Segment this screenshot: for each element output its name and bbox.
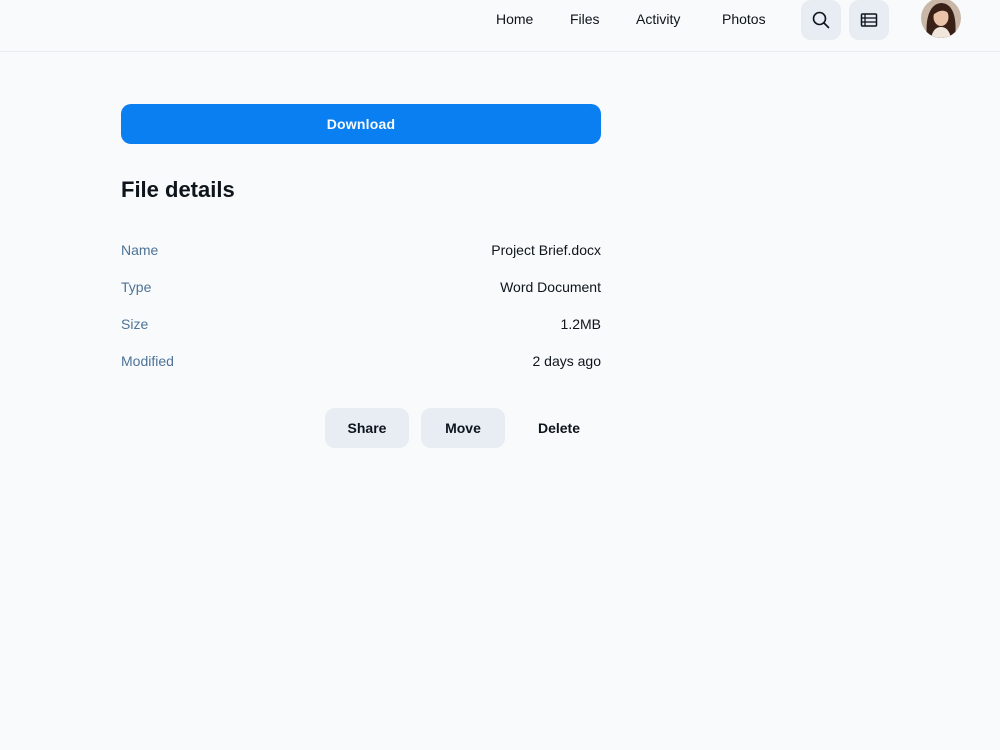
nav-link-files[interactable]: Files bbox=[570, 10, 600, 28]
list-view-button[interactable] bbox=[849, 0, 889, 40]
download-button[interactable]: Download bbox=[121, 104, 601, 144]
detail-value: Project Brief.docx bbox=[491, 242, 601, 258]
delete-button[interactable]: Delete bbox=[517, 408, 601, 448]
detail-row-name: Name Project Brief.docx bbox=[121, 240, 601, 260]
nav-link-home[interactable]: Home bbox=[496, 10, 533, 28]
detail-row-modified: Modified 2 days ago bbox=[121, 351, 601, 371]
user-avatar[interactable] bbox=[921, 0, 961, 38]
detail-row-size: Size 1.2MB bbox=[121, 314, 601, 334]
search-button[interactable] bbox=[801, 0, 841, 40]
nav-link-photos[interactable]: Photos bbox=[722, 10, 766, 28]
detail-value: 1.2MB bbox=[560, 316, 601, 332]
detail-label: Type bbox=[121, 279, 152, 295]
nav-link-activity[interactable]: Activity bbox=[636, 10, 680, 28]
detail-value: Word Document bbox=[500, 279, 601, 295]
detail-label: Modified bbox=[121, 353, 174, 369]
detail-value: 2 days ago bbox=[532, 353, 602, 369]
detail-row-type: Type Word Document bbox=[121, 277, 601, 297]
move-button[interactable]: Move bbox=[421, 408, 505, 448]
avatar-image bbox=[921, 0, 961, 38]
list-icon bbox=[860, 13, 878, 27]
detail-label: Size bbox=[121, 316, 149, 332]
share-button[interactable]: Share bbox=[325, 408, 409, 448]
detail-label: Name bbox=[121, 242, 159, 258]
top-header: Home Files Activity Photos bbox=[0, 0, 1000, 52]
file-details-title: File details bbox=[121, 177, 235, 202]
search-icon bbox=[812, 11, 830, 29]
